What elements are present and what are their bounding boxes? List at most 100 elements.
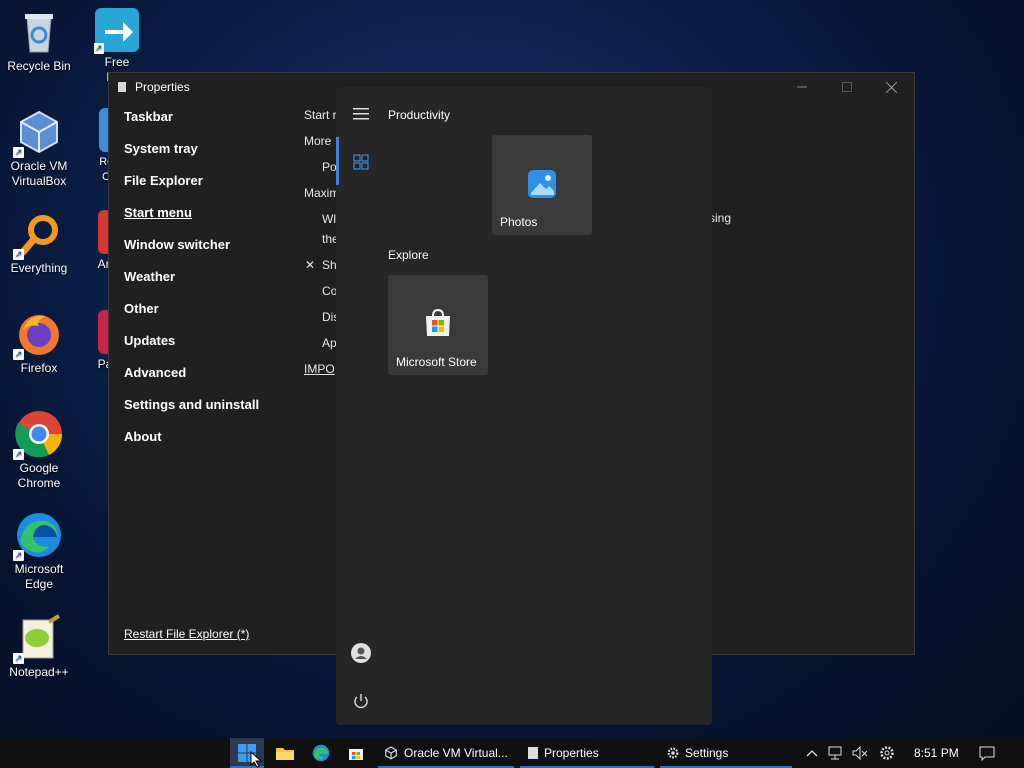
taskbar-microsoft-store[interactable]	[345, 738, 367, 768]
desktop-icon-notepadpp[interactable]: ↗ Notepad++	[1, 614, 77, 680]
app-icon	[118, 82, 126, 92]
close-icon	[886, 81, 897, 93]
minimize-icon	[796, 86, 807, 88]
tile-label: Photos	[500, 215, 538, 229]
taskbar-task-properties[interactable]: Properties	[520, 738, 654, 768]
setting-text[interactable]: Wl	[322, 212, 336, 226]
nav-item-settings-uninstall[interactable]: Settings and uninstall	[124, 397, 259, 429]
desktop-icon-recycle-bin[interactable]: Recycle Bin	[1, 8, 77, 74]
taskbar-task-settings[interactable]: Settings	[660, 738, 792, 768]
setting-link[interactable]: IMPO	[304, 362, 335, 376]
nav-item-window-switcher[interactable]: Window switcher	[124, 237, 259, 269]
network-icon	[828, 746, 842, 760]
setting-text[interactable]: More	[304, 134, 331, 148]
firefox-icon: ↗	[13, 310, 63, 360]
desktop-icon-everything[interactable]: ↗ Everything	[1, 210, 77, 276]
desktop-icon-chrome[interactable]: ↗ Google Chrome	[1, 410, 77, 491]
nav-item-system-tray[interactable]: System tray	[124, 141, 259, 173]
edge-icon	[312, 744, 330, 762]
desktop-icon-label: Firefox	[20, 361, 58, 375]
store-icon	[349, 749, 363, 760]
setting-text[interactable]: Po	[322, 160, 337, 174]
setting-text[interactable]: Sh	[322, 258, 337, 272]
window-controls	[779, 73, 914, 101]
shortcut-arrow-icon: ↗	[13, 147, 24, 158]
desktop-icon-label: Oracle VM VirtualBox	[10, 159, 68, 188]
network-button[interactable]	[826, 738, 846, 768]
tiles-icon	[353, 154, 369, 170]
desktop-icon-virtualbox[interactable]: ↗ Oracle VM VirtualBox	[1, 108, 77, 189]
setting-text[interactable]: Maxim	[304, 186, 337, 200]
shortcut-arrow-icon: ↗	[13, 550, 24, 561]
minimize-button[interactable]	[779, 73, 824, 101]
maximize-button[interactable]	[824, 73, 869, 101]
chrome-icon: ↗	[13, 410, 63, 460]
settings-content-partial: Start r More Po Maxim Wl the ✕ Sh Co Dis…	[303, 101, 337, 421]
shortcut-arrow-icon: ↗	[13, 449, 24, 460]
edge-icon: ↗	[13, 511, 63, 561]
nav-item-other[interactable]: Other	[124, 301, 259, 333]
nav-item-updates[interactable]: Updates	[124, 333, 259, 365]
desktop-icon-label: Microsoft Edge	[14, 562, 64, 591]
group-title-explore: Explore	[388, 248, 429, 262]
notification-icon	[979, 746, 995, 761]
desktop-icon-label: Recycle Bin	[7, 59, 71, 73]
setting-text[interactable]: Ap	[322, 336, 337, 350]
nav-item-file-explorer[interactable]: File Explorer	[124, 173, 259, 205]
gear-icon	[880, 746, 894, 760]
desktop-icon-edge[interactable]: ↗ Microsoft Edge	[1, 511, 77, 592]
hamburger-icon	[353, 108, 369, 120]
tile-microsoft-store[interactable]: Microsoft Store	[388, 275, 488, 375]
chevron-up-icon	[806, 750, 818, 757]
nav-item-taskbar[interactable]: Taskbar	[124, 109, 259, 141]
nav-item-advanced[interactable]: Advanced	[124, 365, 259, 397]
restart-explorer-link[interactable]: Restart File Explorer (*)	[124, 627, 249, 641]
clock[interactable]: 8:51 PM	[914, 738, 959, 768]
nav-item-weather[interactable]: Weather	[124, 269, 259, 301]
start-menu: Productivity Photos Explore Microsoft St…	[336, 87, 712, 725]
setting-text[interactable]: Dis	[322, 310, 337, 324]
tile-label: Microsoft Store	[396, 355, 477, 369]
taskbar-file-explorer[interactable]	[274, 738, 296, 768]
settings-nav: Taskbar System tray File Explorer Start …	[124, 109, 259, 461]
download-manager-icon: ↗	[94, 8, 139, 54]
setting-text: the	[322, 232, 337, 246]
virtualbox-icon	[385, 746, 397, 760]
desktop-icon-firefox[interactable]: ↗ Firefox	[1, 310, 77, 376]
notifications-button[interactable]	[976, 738, 998, 768]
task-label: Oracle VM Virtual...	[404, 746, 508, 760]
shortcut-arrow-icon: ↗	[13, 249, 24, 260]
virtualbox-icon: ↗	[13, 108, 63, 158]
user-account-button[interactable]	[350, 642, 372, 664]
checkbox-checked-icon[interactable]: ✕	[305, 258, 315, 272]
shortcut-arrow-icon: ↗	[13, 653, 24, 664]
taskbar-edge[interactable]	[310, 738, 332, 768]
show-hidden-icons-button[interactable]	[803, 738, 821, 768]
photos-icon	[528, 170, 556, 198]
power-button[interactable]	[350, 690, 372, 712]
power-icon	[354, 694, 368, 709]
group-title-productivity: Productivity	[388, 108, 451, 122]
gear-icon	[667, 747, 679, 759]
task-label: Settings	[685, 746, 729, 760]
user-avatar-icon	[351, 643, 371, 663]
mouse-cursor-icon	[250, 751, 263, 768]
desktop-icon-label: Google Chrome	[17, 461, 61, 490]
volume-button[interactable]	[850, 738, 870, 768]
tiles-view-button[interactable]	[350, 151, 372, 173]
recycle-bin-icon	[15, 8, 63, 56]
desktop-icon-label: Everything	[10, 261, 68, 275]
nav-item-about[interactable]: About	[124, 429, 259, 461]
everything-search-icon: ↗	[13, 210, 63, 260]
setting-text[interactable]: Start r	[304, 108, 337, 122]
tray-settings-button[interactable]	[877, 738, 897, 768]
nav-item-start-menu[interactable]: Start menu	[124, 205, 259, 237]
taskbar-task-virtualbox[interactable]: Oracle VM Virtual...	[378, 738, 514, 768]
close-button[interactable]	[869, 73, 914, 101]
selection-indicator	[336, 137, 339, 185]
setting-text[interactable]: sing	[709, 211, 731, 225]
hamburger-menu-button[interactable]	[350, 103, 372, 125]
shortcut-arrow-icon: ↗	[13, 349, 24, 360]
setting-text[interactable]: Co	[322, 284, 337, 298]
tile-photos[interactable]: Photos	[492, 135, 592, 235]
